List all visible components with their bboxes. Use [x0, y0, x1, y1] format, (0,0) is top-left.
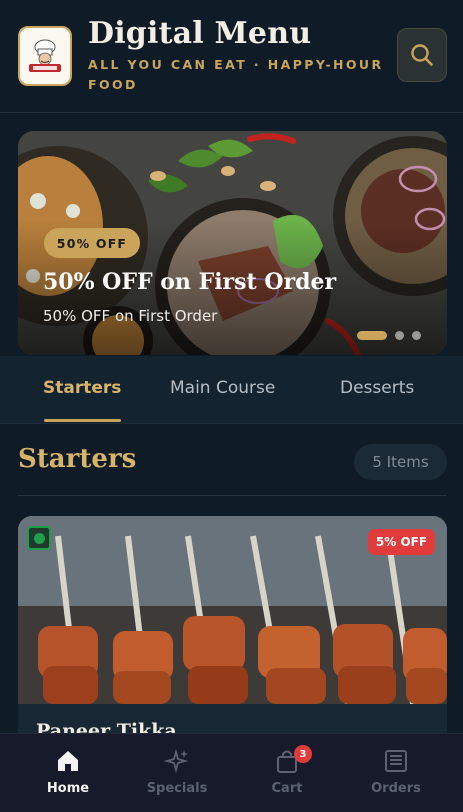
chef-logo-icon	[29, 39, 61, 72]
banner-title: 50% OFF on First Order	[43, 269, 337, 295]
nav-cart-label: Cart	[271, 781, 303, 796]
active-tab-indicator	[44, 419, 121, 422]
banner-subtitle: 50% OFF on First Order	[43, 307, 218, 325]
nav-home[interactable]: Home	[13, 734, 123, 812]
nav-orders[interactable]: Orders	[341, 734, 451, 812]
tab-desserts[interactable]: Desserts	[340, 378, 414, 398]
nav-cart[interactable]: 3 Cart	[232, 734, 342, 812]
menu-item-image: 5% OFF	[18, 516, 447, 704]
section-divider	[18, 495, 447, 496]
offer-badge: 50% OFF	[44, 228, 140, 258]
carousel-dot-2[interactable]	[395, 331, 404, 340]
tab-main-course[interactable]: Main Course	[170, 378, 275, 398]
nav-orders-label: Orders	[371, 781, 421, 796]
sparkle-icon	[164, 748, 189, 774]
item-count-badge: 5 Items	[354, 444, 447, 480]
search-button[interactable]	[397, 28, 447, 82]
home-icon	[58, 751, 78, 771]
search-icon	[411, 44, 433, 66]
carousel-dot-3[interactable]	[412, 331, 421, 340]
nav-home-label: Home	[46, 781, 90, 796]
app-title: Digital Menu	[88, 16, 312, 51]
veg-indicator-icon	[27, 526, 51, 550]
restaurant-logo[interactable]	[18, 26, 72, 86]
promo-banner[interactable]: 50% OFF 50% OFF on First Order 50% OFF o…	[18, 131, 447, 355]
discount-badge: 5% OFF	[368, 529, 435, 555]
nav-specials[interactable]: Specials	[122, 734, 232, 812]
cart-count-badge: 3	[294, 745, 312, 763]
section-title: Starters	[18, 444, 137, 474]
tab-starters[interactable]: Starters	[43, 378, 121, 398]
bottom-navigation: Home Specials 3 Cart Orders	[0, 733, 463, 812]
app-header: Digital Menu ALL YOU CAN EAT · HAPPY-HOU…	[0, 0, 463, 113]
receipt-icon	[385, 750, 407, 772]
app-subtitle: ALL YOU CAN EAT · HAPPY-HOUR FOOD	[88, 57, 384, 92]
carousel-dots	[357, 331, 421, 340]
nav-specials-label: Specials	[146, 781, 208, 796]
category-tabs: Starters Main Course Desserts	[0, 356, 463, 424]
carousel-dot-1[interactable]	[357, 331, 387, 340]
